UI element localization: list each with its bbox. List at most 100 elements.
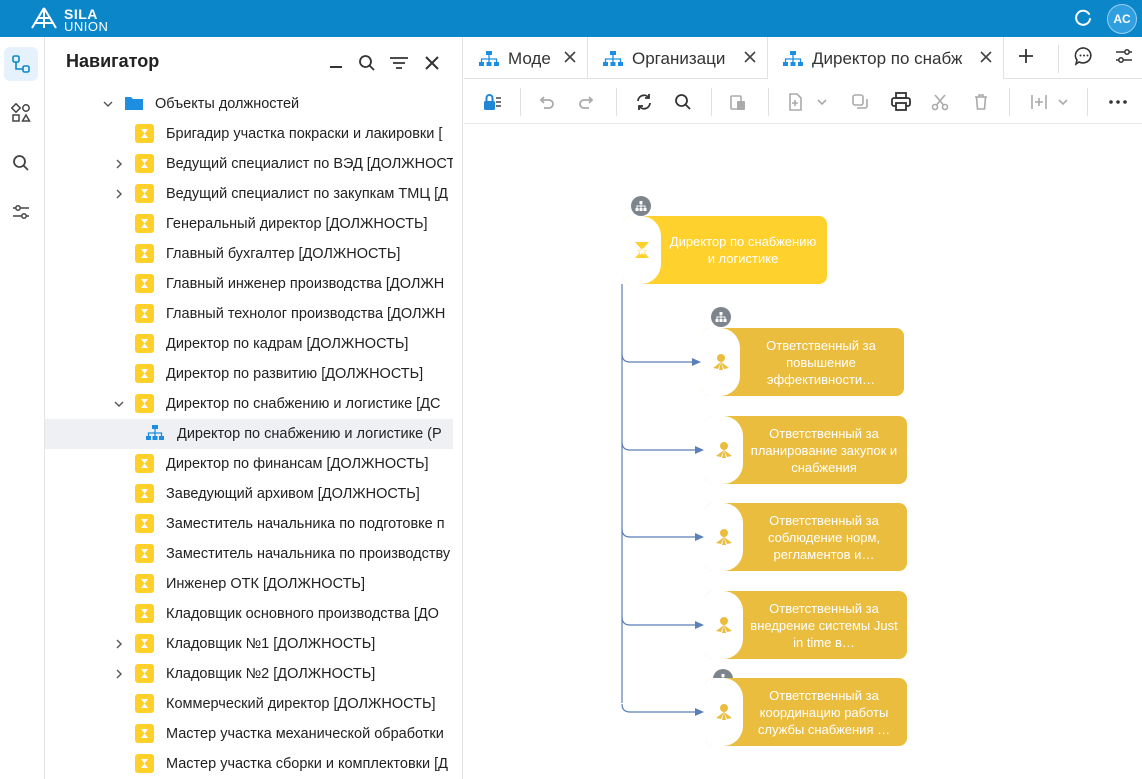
tree-row-label: Директор по финансам [ДОЛЖНОСТЬ] bbox=[166, 456, 429, 472]
chevron-right-icon[interactable] bbox=[113, 638, 125, 650]
tree-row[interactable]: Инженер ОТК [ДОЛЖНОСТЬ] bbox=[45, 569, 453, 599]
lock-edit-button[interactable] bbox=[480, 90, 504, 114]
chevron-right-icon[interactable] bbox=[113, 158, 125, 170]
app-logo[interactable]: SILA UNION bbox=[28, 5, 118, 34]
navigator-search-button[interactable] bbox=[357, 53, 377, 73]
tree-row[interactable]: Директор по снабжению и логистике (Р bbox=[45, 419, 453, 449]
close-navigator-button[interactable] bbox=[422, 53, 442, 73]
settings-button[interactable] bbox=[1111, 45, 1137, 71]
insert-column-dropdown[interactable] bbox=[1051, 90, 1075, 114]
root-position-node[interactable]: Директор по снабжению и логистике bbox=[623, 216, 827, 284]
hierarchy-badge-icon[interactable] bbox=[631, 196, 651, 216]
tree-row-label: Кладовщик №2 [ДОЛЖНОСТЬ] bbox=[166, 666, 376, 682]
tree-row-label: Ведущий специалист по закупкам ТМЦ [Д bbox=[166, 186, 448, 202]
tree-row[interactable]: Заместитель начальника по производству bbox=[45, 539, 453, 569]
tree-row-label: Коммерческий директор [ДОЛЖНОСТЬ] bbox=[166, 696, 436, 712]
node-label: Ответственный за планирование закупок и … bbox=[750, 425, 898, 475]
tree-row[interactable]: Директор по финансам [ДОЛЖНОСТЬ] bbox=[45, 449, 453, 479]
new-tab-button[interactable] bbox=[1013, 45, 1039, 71]
position-icon bbox=[135, 724, 154, 743]
role-node[interactable]: Ответственный за планирование закупок и … bbox=[705, 416, 907, 484]
position-icon bbox=[135, 634, 154, 653]
tree-row-label: Кладовщик основного производства [ДО bbox=[166, 606, 439, 622]
chevron-right-icon[interactable] bbox=[113, 668, 125, 680]
tree-row[interactable]: Кладовщик основного производства [ДО bbox=[45, 599, 453, 629]
zoom-search-button[interactable] bbox=[671, 90, 695, 114]
role-node[interactable]: Ответственный за повышение эффективности… bbox=[702, 328, 904, 396]
tab[interactable]: Моде bbox=[464, 37, 588, 79]
paste-button[interactable] bbox=[726, 90, 750, 114]
tree-row[interactable]: Заведующий архивом [ДОЛЖНОСТЬ] bbox=[45, 479, 453, 509]
comments-button[interactable] bbox=[1071, 45, 1097, 71]
tab[interactable]: Директор по снабж bbox=[768, 37, 1004, 79]
logo-mark-icon bbox=[31, 7, 57, 29]
close-icon[interactable] bbox=[978, 49, 994, 65]
tree-row[interactable]: Главный бухгалтер [ДОЛЖНОСТЬ] bbox=[45, 239, 453, 269]
clipboard-icon bbox=[730, 95, 745, 110]
shapes-icon bbox=[11, 103, 31, 122]
tree-row[interactable]: Директор по развитию [ДОЛЖНОСТЬ] bbox=[45, 359, 453, 389]
role-node[interactable]: Ответственный за координацию работы служ… bbox=[705, 678, 907, 746]
tree-row[interactable]: Директор по кадрам [ДОЛЖНОСТЬ] bbox=[45, 329, 453, 359]
cut-button[interactable] bbox=[928, 90, 952, 114]
refresh-button[interactable] bbox=[632, 90, 656, 114]
copy-button[interactable] bbox=[848, 90, 872, 114]
insert-column-button[interactable] bbox=[1027, 90, 1051, 114]
tree-row[interactable]: Кладовщик №1 [ДОЛЖНОСТЬ] bbox=[45, 629, 453, 659]
print-button[interactable] bbox=[889, 90, 913, 114]
tree-row[interactable]: Коммерческий директор [ДОЛЖНОСТЬ] bbox=[45, 689, 453, 719]
new-document-button[interactable] bbox=[784, 90, 808, 114]
node-label: Ответственный за повышение эффективности… bbox=[766, 337, 876, 387]
tree-row[interactable]: Главный технолог производства [ДОЛЖН bbox=[45, 299, 453, 329]
new-document-dropdown[interactable] bbox=[810, 90, 834, 114]
rail-objects-button[interactable] bbox=[4, 96, 38, 130]
hierarchy-badge-icon[interactable] bbox=[711, 307, 731, 327]
tree-row[interactable]: Главный инженер производства [ДОЛЖН bbox=[45, 269, 453, 299]
tree-row[interactable]: Заместитель начальника по подготовке п bbox=[45, 509, 453, 539]
redo-button[interactable] bbox=[575, 90, 599, 114]
role-icon bbox=[705, 678, 743, 746]
tree-row[interactable]: Кладовщик №2 [ДОЛЖНОСТЬ] bbox=[45, 659, 453, 689]
user-avatar[interactable]: AC bbox=[1107, 4, 1137, 34]
tree-row[interactable]: Генеральный директор [ДОЛЖНОСТЬ] bbox=[45, 209, 453, 239]
position-star-icon bbox=[623, 216, 661, 284]
tree-row[interactable]: Ведущий специалист по ВЭД [ДОЛЖНОСТ bbox=[45, 149, 453, 179]
minimize-button[interactable] bbox=[326, 53, 346, 73]
printer-icon bbox=[891, 92, 911, 111]
rail-navigator-button[interactable] bbox=[4, 47, 38, 81]
position-icon bbox=[135, 124, 154, 143]
chevron-right-icon[interactable] bbox=[113, 188, 125, 200]
undo-button[interactable] bbox=[534, 90, 558, 114]
org-chart-icon bbox=[145, 424, 164, 443]
close-icon[interactable] bbox=[562, 49, 578, 65]
tree-row-label: Бригадир участка покраски и лакировки [ bbox=[166, 126, 443, 142]
org-chart-icon bbox=[782, 50, 804, 73]
position-icon bbox=[135, 244, 154, 263]
tree-row[interactable]: Ведущий специалист по закупкам ТМЦ [Д bbox=[45, 179, 453, 209]
node-label: Директор по снабжению и логистике bbox=[669, 234, 817, 266]
chevron-down-icon[interactable] bbox=[113, 398, 125, 410]
role-node[interactable]: Ответственный за внедрение системы Just … bbox=[705, 591, 907, 659]
filter-button[interactable] bbox=[389, 53, 409, 73]
tree-row-label: Объекты должностей bbox=[155, 96, 300, 112]
chevron-down-icon[interactable] bbox=[102, 98, 114, 110]
delete-button[interactable] bbox=[969, 90, 993, 114]
org-chart-icon bbox=[478, 50, 500, 73]
tree-row[interactable]: Мастер участка механической обработки bbox=[45, 719, 453, 749]
tree-row[interactable]: Директор по снабжению и логистике [ДС bbox=[45, 389, 453, 419]
tree-row-label: Мастер участка механической обработки bbox=[166, 726, 444, 742]
diagram-canvas[interactable]: Директор по снабжению и логистике Ответст… bbox=[464, 125, 1142, 779]
loading-spinner-icon[interactable] bbox=[1072, 8, 1094, 30]
tree-row[interactable]: Объекты должностей bbox=[45, 89, 453, 119]
position-icon bbox=[135, 184, 154, 203]
tree-row[interactable]: Мастер участка сборки и комплектовки [Д bbox=[45, 749, 453, 779]
rail-filters-button[interactable] bbox=[4, 195, 38, 229]
more-button[interactable] bbox=[1106, 90, 1130, 114]
close-icon[interactable] bbox=[742, 49, 758, 65]
sliders-icon bbox=[13, 205, 29, 219]
tab[interactable]: Организаци bbox=[588, 37, 768, 79]
role-node[interactable]: Ответственный за соблюдение норм, реглам… bbox=[705, 503, 907, 571]
tree-row[interactable]: Бригадир участка покраски и лакировки [ bbox=[45, 119, 453, 149]
rail-search-button[interactable] bbox=[4, 146, 38, 180]
more-horizontal-icon bbox=[1109, 100, 1127, 104]
